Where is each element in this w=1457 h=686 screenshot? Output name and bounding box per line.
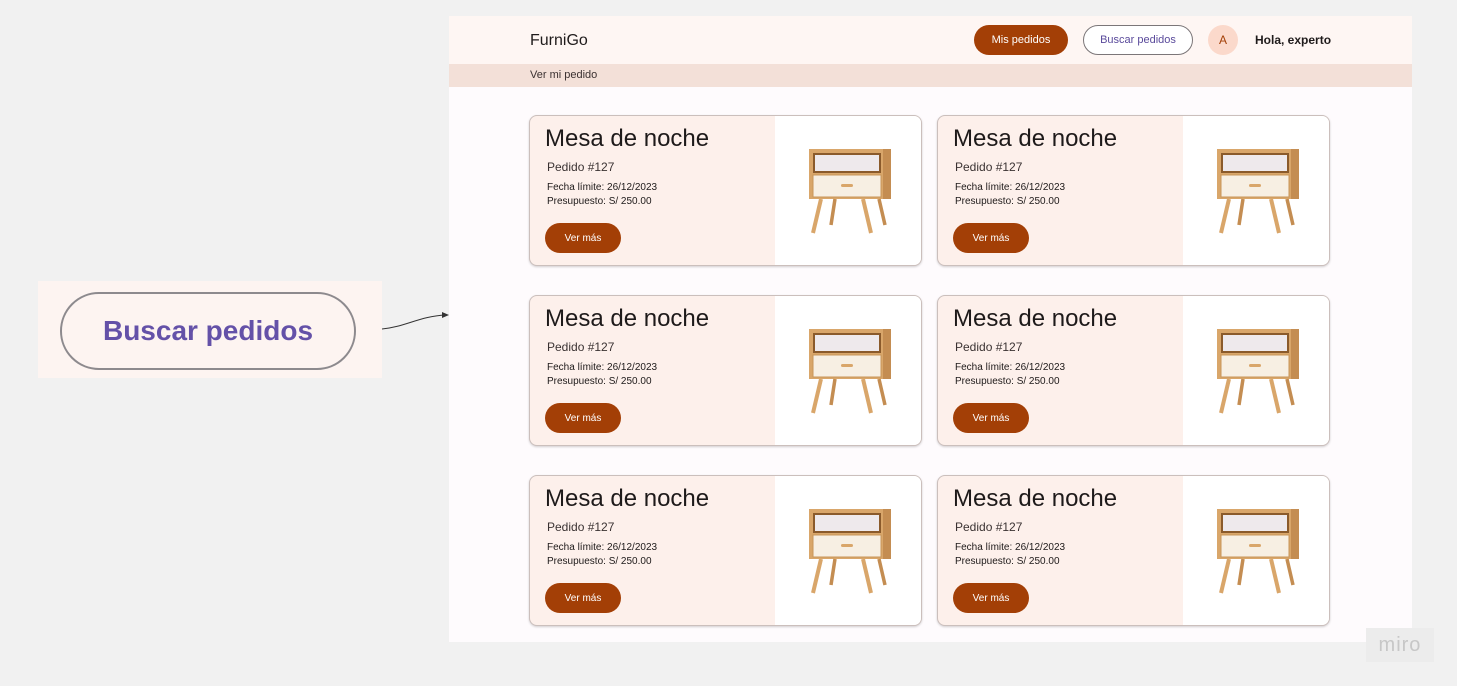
see-more-button[interactable]: Ver más xyxy=(953,403,1029,433)
brand-logo[interactable]: FurniGo xyxy=(530,32,588,50)
card-order-number: Pedido #127 xyxy=(955,340,1023,354)
see-more-button[interactable]: Ver más xyxy=(545,403,621,433)
see-more-button[interactable]: Ver más xyxy=(545,223,621,253)
top-app-bar: FurniGo Mis pedidos Buscar pedidos A Hol… xyxy=(449,16,1412,64)
see-more-button[interactable]: Ver más xyxy=(953,583,1029,613)
card-title: Mesa de noche xyxy=(953,305,1118,332)
card-order-number: Pedido #127 xyxy=(955,160,1023,174)
card-title: Mesa de noche xyxy=(545,305,710,332)
user-greeting: Hola, experto xyxy=(1255,33,1332,47)
card-title: Mesa de noche xyxy=(953,485,1118,512)
card-deadline: Fecha límite: 26/12/2023 xyxy=(547,182,658,193)
see-more-button[interactable]: Ver más xyxy=(953,223,1029,253)
nightstand-image xyxy=(775,296,921,445)
card-budget: Presupuesto: S/ 250.00 xyxy=(547,376,652,387)
card-order-number: Pedido #127 xyxy=(547,520,615,534)
card-order-number: Pedido #127 xyxy=(547,160,615,174)
nightstand-image xyxy=(1183,116,1329,265)
order-card: Mesa de noche Pedido #127 Fecha límite: … xyxy=(937,475,1330,626)
card-title: Mesa de noche xyxy=(545,485,710,512)
nightstand-image xyxy=(775,116,921,265)
callout-search-button: Buscar pedidos xyxy=(60,292,356,370)
nightstand-image xyxy=(775,476,921,625)
card-order-number: Pedido #127 xyxy=(547,340,615,354)
order-card: Mesa de noche Pedido #127 Fecha límite: … xyxy=(937,115,1330,266)
card-title: Mesa de noche xyxy=(545,125,710,152)
breadcrumb-bar: Ver mi pedido xyxy=(449,64,1412,87)
order-card: Mesa de noche Pedido #127 Fecha límite: … xyxy=(529,115,922,266)
nightstand-image xyxy=(1183,476,1329,625)
connector-arrow xyxy=(381,312,449,330)
card-deadline: Fecha límite: 26/12/2023 xyxy=(547,362,658,373)
order-card: Mesa de noche Pedido #127 Fecha límite: … xyxy=(529,295,922,446)
card-order-number: Pedido #127 xyxy=(955,520,1023,534)
my-orders-button[interactable]: Mis pedidos xyxy=(974,25,1068,55)
card-deadline: Fecha límite: 26/12/2023 xyxy=(955,182,1066,193)
order-card: Mesa de noche Pedido #127 Fecha límite: … xyxy=(937,295,1330,446)
card-deadline: Fecha límite: 26/12/2023 xyxy=(955,542,1066,553)
miro-watermark: miro xyxy=(1366,628,1434,662)
order-card: Mesa de noche Pedido #127 Fecha límite: … xyxy=(529,475,922,626)
nightstand-image xyxy=(1183,296,1329,445)
app-frame: FurniGo Mis pedidos Buscar pedidos A Hol… xyxy=(449,16,1412,642)
card-title: Mesa de noche xyxy=(953,125,1118,152)
card-budget: Presupuesto: S/ 250.00 xyxy=(955,556,1060,567)
search-orders-button[interactable]: Buscar pedidos xyxy=(1083,25,1193,55)
breadcrumb[interactable]: Ver mi pedido xyxy=(530,69,597,81)
card-budget: Presupuesto: S/ 250.00 xyxy=(955,376,1060,387)
see-more-button[interactable]: Ver más xyxy=(545,583,621,613)
zoom-callout: Buscar pedidos xyxy=(38,281,382,378)
avatar[interactable]: A xyxy=(1208,25,1238,55)
card-budget: Presupuesto: S/ 250.00 xyxy=(547,196,652,207)
card-deadline: Fecha límite: 26/12/2023 xyxy=(955,362,1066,373)
card-deadline: Fecha límite: 26/12/2023 xyxy=(547,542,658,553)
card-budget: Presupuesto: S/ 250.00 xyxy=(955,196,1060,207)
card-budget: Presupuesto: S/ 250.00 xyxy=(547,556,652,567)
